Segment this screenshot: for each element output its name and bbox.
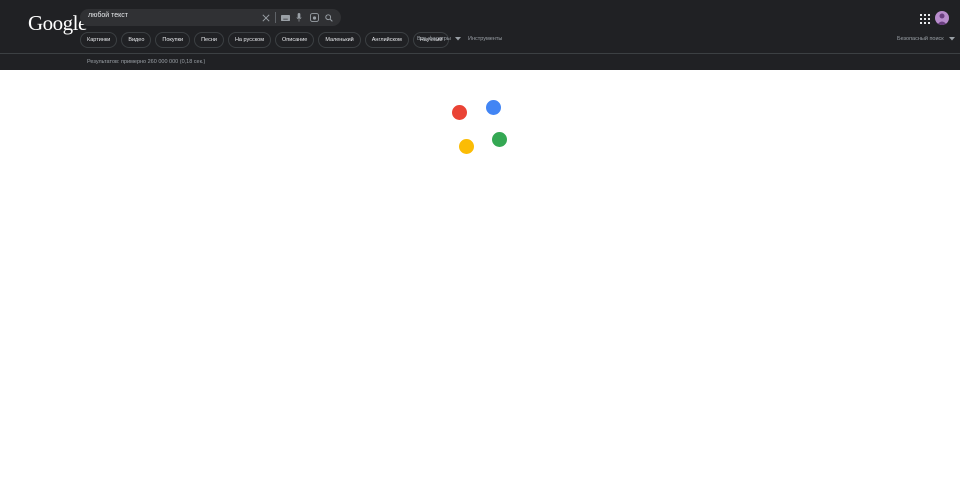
loader-dot-red (452, 105, 467, 120)
top-bar: Google любой текст Картинки Видео Покупк… (0, 0, 960, 70)
search-icon[interactable] (324, 9, 334, 26)
safe-search-label: Безопасный поиск (897, 36, 944, 42)
safe-search-button[interactable]: Безопасный поиск (897, 36, 955, 42)
chip-images[interactable]: Картинки (80, 32, 118, 48)
search-divider (275, 12, 276, 23)
keyboard-icon[interactable] (279, 9, 291, 26)
chip-songs[interactable]: Песни (194, 32, 224, 48)
chip-small[interactable]: Маленький (318, 32, 361, 48)
google-logo[interactable]: Google (28, 11, 87, 36)
loader-dot-blue (486, 100, 501, 115)
loader-dot-yellow (459, 139, 474, 154)
chevron-down-icon (454, 37, 461, 41)
all-filters-button[interactable]: Все фильтры (417, 36, 461, 42)
search-box[interactable]: любой текст (80, 9, 341, 26)
apps-icon[interactable] (919, 12, 931, 24)
chip-video[interactable]: Видео (121, 32, 152, 48)
mic-icon[interactable] (294, 9, 304, 26)
result-stats: Результатов: примерно 260 000 000 (0,18 … (87, 59, 206, 65)
filter-chips: Картинки Видео Покупки Песни На русском … (80, 32, 453, 48)
chip-in-russian[interactable]: На русском (227, 32, 272, 48)
avatar[interactable] (935, 11, 949, 25)
chevron-down-icon (948, 37, 955, 41)
chip-english[interactable]: Английском (364, 32, 409, 48)
clear-icon[interactable] (261, 9, 271, 26)
search-input[interactable]: любой текст (88, 12, 128, 19)
loader-dot-green (492, 132, 507, 147)
all-filters-label: Все фильтры (417, 36, 451, 42)
chip-shopping[interactable]: Покупки (155, 32, 191, 48)
header-divider (0, 53, 960, 54)
lens-icon[interactable] (309, 9, 319, 26)
tools-button[interactable]: Инструменты (468, 36, 502, 42)
chip-description[interactable]: Описание (275, 32, 315, 48)
